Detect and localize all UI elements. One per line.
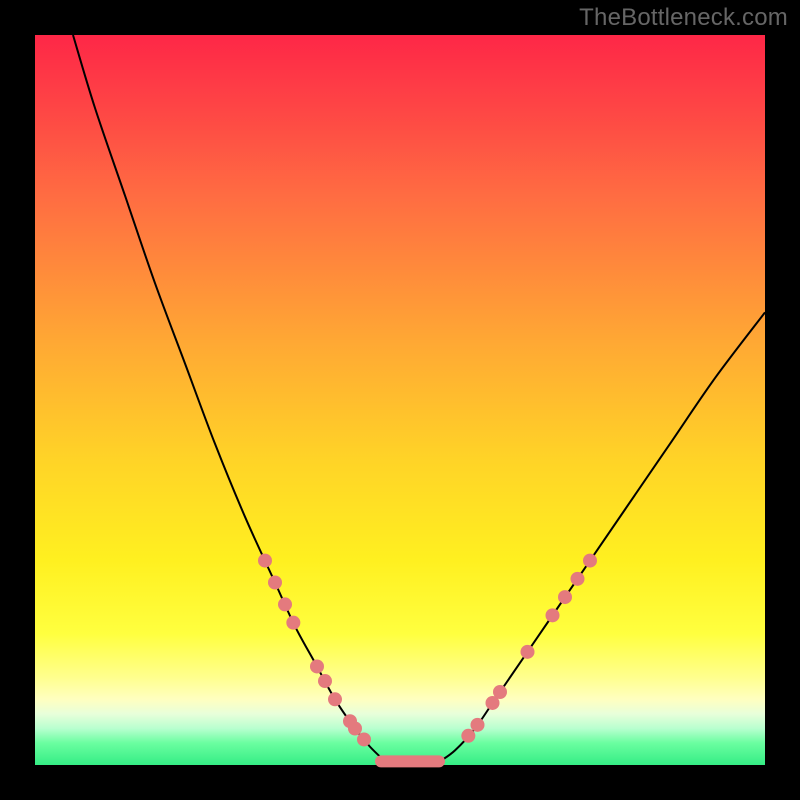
left-marker: [286, 616, 300, 630]
chart-svg: [35, 35, 765, 765]
plot-area: [35, 35, 765, 765]
right-marker: [571, 572, 585, 586]
right-curve: [440, 312, 765, 761]
right-marker: [471, 718, 485, 732]
left-marker: [268, 576, 282, 590]
left-marker: [310, 659, 324, 673]
left-marker: [258, 554, 272, 568]
watermark-text: TheBottleneck.com: [579, 4, 788, 32]
right-marker: [461, 729, 475, 743]
left-marker: [318, 674, 332, 688]
left-marker: [348, 722, 362, 736]
right-marker: [493, 685, 507, 699]
left-marker: [357, 732, 371, 746]
left-curve: [73, 35, 385, 761]
right-marker: [583, 554, 597, 568]
right-marker: [521, 645, 535, 659]
left-marker: [278, 597, 292, 611]
left-marker: [328, 692, 342, 706]
right-marker: [546, 608, 560, 622]
valley-bar: [375, 755, 445, 767]
chart-frame: TheBottleneck.com: [0, 0, 800, 800]
right-marker: [558, 590, 572, 604]
